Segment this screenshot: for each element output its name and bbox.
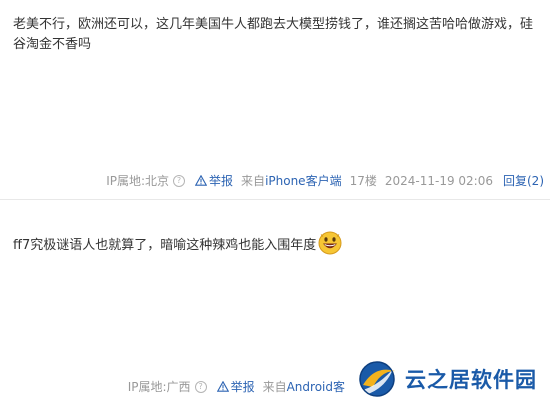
report-link[interactable]: 举报 bbox=[231, 378, 255, 395]
comment-content: ff7究极谜语人也就算了，暗喻这种辣鸡也能入围年度 bbox=[13, 231, 541, 256]
comment-text: ff7究极谜语人也就算了，暗喻这种辣鸡也能入围年度 bbox=[13, 238, 317, 253]
client-source: 来自iPhone客户端 bbox=[241, 172, 342, 189]
site-watermark: 云之居软件园 bbox=[355, 355, 550, 403]
grinning-face-emoji bbox=[318, 231, 342, 255]
watermark-text: 云之居软件园 bbox=[405, 368, 537, 392]
client-source: 来自Android客 bbox=[263, 378, 345, 395]
comment-meta: IP属地:北京 ? 举报 来自iPhone客户端 17楼 2024-11-19 … bbox=[106, 172, 544, 189]
ip-location: IP属地:北京 bbox=[106, 174, 170, 188]
source-prefix: 来自 bbox=[262, 380, 287, 394]
comment-post: 老美不行，欧洲还可以，这几年美国牛人都跑去大模型捞钱了，谁还搁这苦哈哈做游戏，硅… bbox=[0, 0, 550, 200]
source-prefix: 来自 bbox=[241, 174, 266, 188]
client-link[interactable]: Android客 bbox=[287, 380, 345, 394]
question-circle-icon[interactable]: ? bbox=[173, 174, 186, 187]
reply-link[interactable]: 回复(2) bbox=[503, 172, 544, 189]
ip-location: IP属地:广西 bbox=[127, 380, 191, 394]
report-link[interactable]: 举报 bbox=[209, 172, 233, 189]
warning-triangle-icon bbox=[216, 381, 229, 392]
client-link[interactable]: iPhone客户端 bbox=[265, 174, 342, 188]
comment-meta: IP属地:广西 ? 举报 来自Android客 bbox=[128, 378, 345, 395]
watermark-logo-icon bbox=[359, 361, 395, 397]
post-time: 2024-11-19 02:06 bbox=[384, 173, 493, 188]
comment-content: 老美不行，欧洲还可以，这几年美国牛人都跑去大模型捞钱了，谁还搁这苦哈哈做游戏，硅… bbox=[13, 17, 534, 52]
warning-triangle-icon bbox=[195, 175, 208, 186]
question-circle-icon[interactable]: ? bbox=[194, 380, 207, 393]
floor-number: 17楼 bbox=[349, 174, 377, 188]
